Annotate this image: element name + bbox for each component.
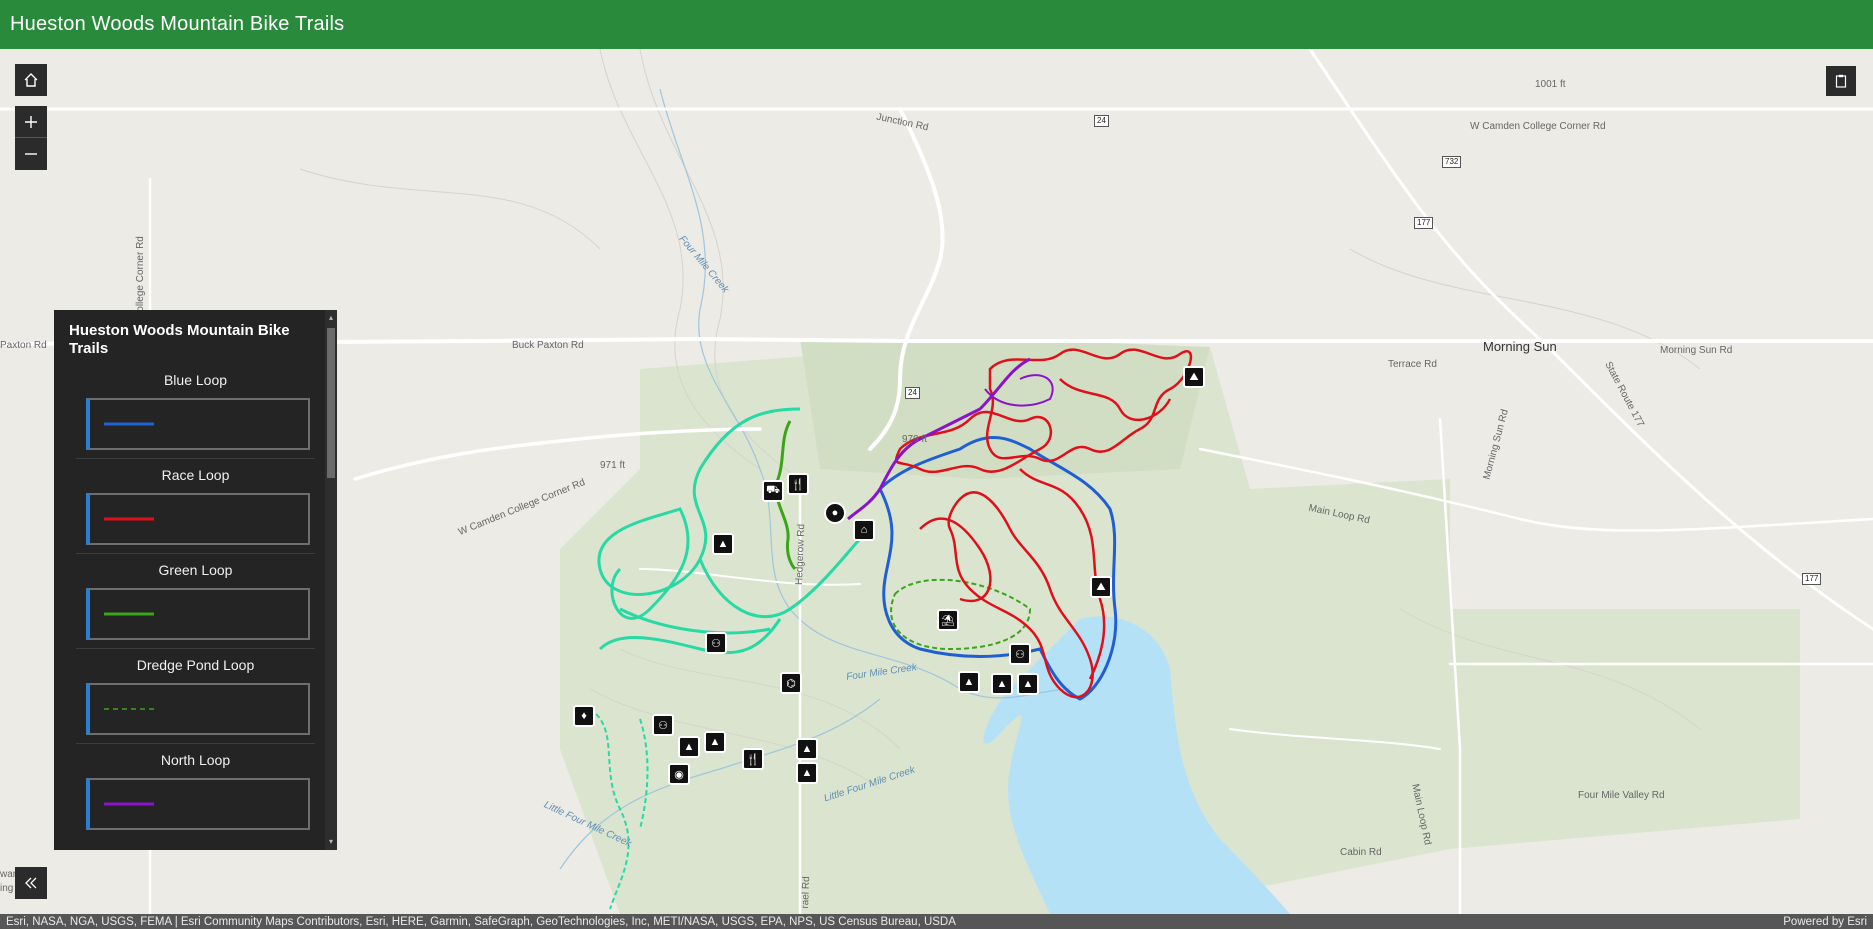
legend-swatch-line	[104, 517, 154, 521]
legend-swatch-line	[104, 612, 154, 616]
scroll-up-icon[interactable]: ▴	[327, 314, 335, 322]
campground-icon[interactable]: ▲	[678, 736, 700, 758]
zoom-out-button[interactable]	[15, 138, 47, 170]
side-label-ing: ing	[0, 883, 14, 894]
scroll-down-icon[interactable]: ▾	[327, 838, 335, 846]
legend-item: North Loop	[76, 744, 315, 838]
trailhead-icon[interactable]: ●	[824, 502, 846, 524]
shelter-icon[interactable]: ⌬	[780, 672, 802, 694]
layers-button[interactable]	[1826, 66, 1856, 96]
restroom-icon[interactable]: ⚇	[705, 632, 727, 654]
legend-item-label: Dredge Pond Loop	[136, 657, 255, 673]
route-shield-24: 24	[1094, 115, 1109, 127]
powered-by-text[interactable]: Powered by Esri	[1783, 916, 1867, 928]
restaurant-icon[interactable]: 🍴	[787, 473, 809, 495]
road-label-buck-paxton: Buck Paxton Rd	[512, 340, 584, 351]
home-icon	[24, 73, 38, 87]
parking-icon[interactable]: ⛟	[762, 480, 784, 502]
legend-item-label: Race Loop	[161, 467, 230, 483]
clipboard-icon	[1835, 74, 1847, 88]
road-label-cabin: Cabin Rd	[1340, 847, 1382, 858]
road-label-terrace: Terrace Rd	[1388, 359, 1437, 370]
restaurant-icon[interactable]: 🍴	[742, 748, 764, 770]
legend-item: Dredge Pond Loop	[76, 649, 315, 744]
legend-item-label: Blue Loop	[163, 372, 228, 388]
place-label-morning-sun: Morning Sun	[1483, 339, 1557, 354]
campground-icon[interactable]: ▲	[712, 533, 734, 555]
legend-swatch-box	[86, 398, 310, 450]
legend-swatch-box	[86, 493, 310, 545]
restroom-icon[interactable]: ⚇	[652, 714, 674, 736]
app-header: Hueston Woods Mountain Bike Trails	[0, 0, 1873, 49]
road-label-brael: rael Rd	[800, 876, 813, 909]
elevation-label-971: 971 ft	[600, 460, 626, 471]
lodge-icon[interactable]: ⌂	[853, 519, 875, 541]
restroom-icon[interactable]: ⚇	[1009, 643, 1031, 665]
home-button[interactable]	[15, 64, 47, 96]
road-label-hedgerow: Hedgerow Rd	[794, 523, 808, 586]
elevation-label-979: 979 ft	[902, 434, 928, 445]
legend-swatch-box	[86, 778, 310, 830]
campground-icon[interactable]: ▲	[796, 762, 818, 784]
road-label-morning-sun-rd: Morning Sun Rd	[1660, 345, 1733, 356]
route-shield-24b: 24	[905, 387, 920, 399]
legend-scrollbar[interactable]: ▴ ▾	[325, 310, 337, 850]
road-label-w-camden-ne: W Camden College Corner Rd	[1470, 121, 1606, 132]
route-shield-177b: 177	[1802, 573, 1822, 585]
attribution-bar: Esri, NASA, NGA, USGS, FEMA | Esri Commu…	[0, 914, 1873, 929]
legend-swatch-box	[86, 683, 310, 735]
legend-item: Green Loop	[76, 554, 315, 649]
beach-icon[interactable]: ⛱	[937, 609, 959, 631]
double-chevron-left-icon	[25, 877, 37, 889]
campground-icon[interactable]: ▲	[958, 671, 980, 693]
minus-icon	[25, 153, 37, 155]
legend-item-label: North Loop	[160, 752, 231, 768]
legend-item-label: Green Loop	[158, 562, 233, 578]
legend-swatch-box	[86, 588, 310, 640]
legend-panel: Hueston Woods Mountain Bike Trails Blue …	[54, 310, 337, 850]
campground-icon[interactable]: ▲	[1017, 673, 1039, 695]
legend-swatch-line	[104, 708, 154, 710]
elevation-label-1001: 1001 ft	[1535, 79, 1566, 90]
legend-item: Race Loop	[76, 459, 315, 554]
zoom-in-button[interactable]	[15, 106, 47, 138]
campground-icon[interactable]: ▲	[704, 731, 726, 753]
scroll-thumb[interactable]	[327, 328, 335, 478]
mountain-icon[interactable]: ⛰	[1090, 576, 1112, 598]
route-shield-732: 732	[1442, 156, 1462, 168]
legend-list: Blue Loop Race Loop Green Loop Dredge Pond …	[54, 358, 329, 838]
road-label-paxton: Paxton Rd	[0, 340, 47, 351]
collapse-legend-button[interactable]	[15, 867, 47, 899]
legend-swatch-line	[104, 802, 154, 806]
legend-title: Hueston Woods Mountain Bike Trails	[69, 322, 290, 357]
app-title: Hueston Woods Mountain Bike Trails	[10, 13, 345, 35]
legend-item: Blue Loop	[76, 364, 315, 459]
campground-icon[interactable]: ▲	[796, 738, 818, 760]
nature-center-icon[interactable]: ♦	[573, 705, 595, 727]
mountain-icon[interactable]: ⛰	[1183, 366, 1205, 388]
plus-icon	[25, 115, 37, 128]
campground-icon[interactable]: ▲	[991, 673, 1013, 695]
attribution-text: Esri, NASA, NGA, USGS, FEMA | Esri Commu…	[6, 915, 956, 928]
route-shield-177: 177	[1414, 217, 1434, 229]
legend-swatch-line	[104, 422, 154, 426]
side-label-war: war	[0, 869, 17, 880]
road-label-four-mile-valley: Four Mile Valley Rd	[1578, 790, 1665, 801]
camera-icon[interactable]: ◉	[668, 763, 690, 785]
